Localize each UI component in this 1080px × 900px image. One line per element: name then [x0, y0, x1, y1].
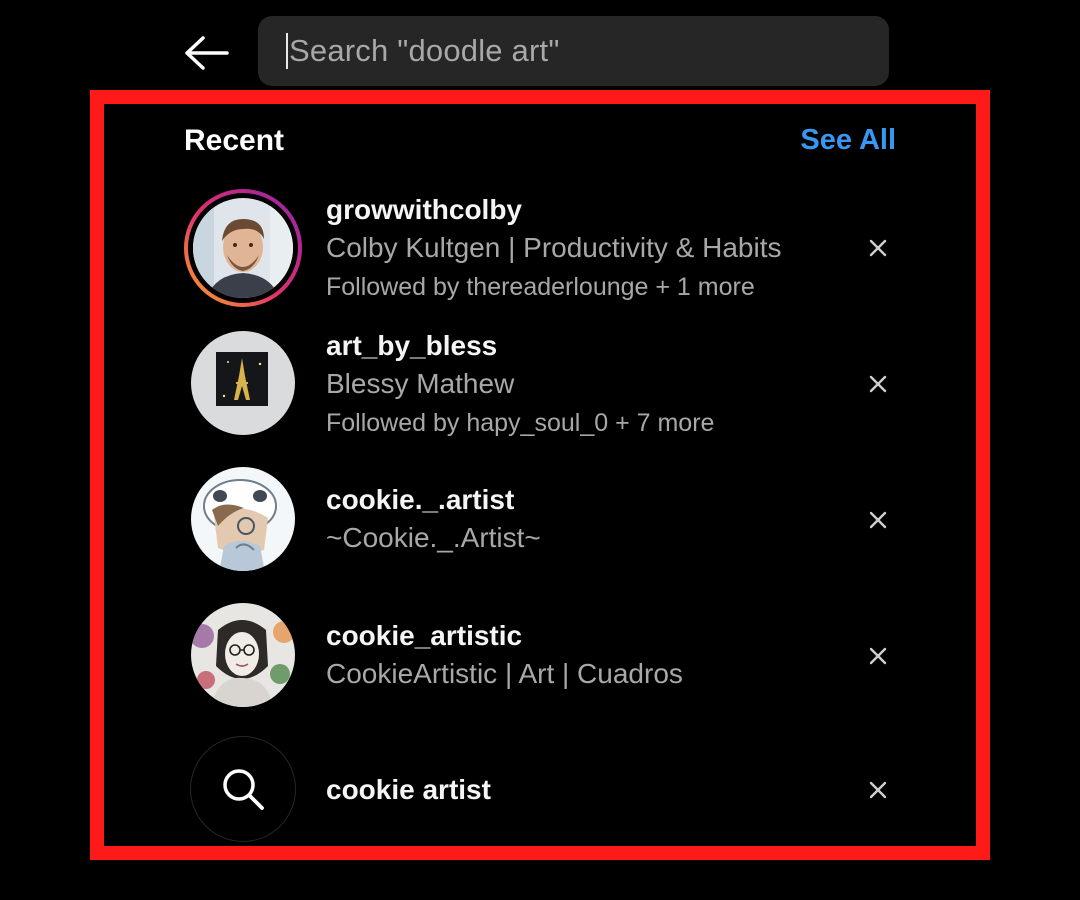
eiffel-tower-artwork — [191, 331, 295, 435]
remove-button[interactable] — [856, 498, 900, 542]
followed-by: Followed by hapy_soul_0 + 7 more — [326, 409, 715, 437]
search-keyword: cookie artist — [326, 774, 491, 805]
followed-by: Followed by thereaderlounge + 1 more — [326, 273, 755, 301]
see-all-link[interactable]: See All — [800, 124, 896, 157]
close-icon — [869, 647, 887, 665]
close-icon — [869, 511, 887, 529]
avatar — [184, 460, 302, 578]
avatar — [184, 189, 302, 307]
recent-item-keyword[interactable]: cookie artist — [184, 734, 900, 854]
recent-heading: Recent — [184, 124, 285, 157]
remove-button[interactable] — [856, 634, 900, 678]
close-icon — [869, 781, 887, 799]
remove-button[interactable] — [856, 362, 900, 406]
search-placeholder: Search "doodle art" — [289, 33, 560, 68]
username: growwithcolby — [326, 194, 522, 225]
recent-item-growwithcolby[interactable]: growwithcolby Colby Kultgen | Productivi… — [184, 188, 900, 308]
search-input[interactable]: Search "doodle art" — [258, 16, 889, 86]
username: art_by_bless — [326, 330, 498, 361]
avatar — [184, 324, 302, 442]
floral-portrait-drawing — [191, 603, 295, 707]
full-name: CookieArtistic | Art | Cuadros — [326, 658, 683, 689]
recent-item-art_by_bless[interactable]: art_by_bless Blessy Mathew Followed by h… — [184, 324, 900, 444]
remove-button[interactable] — [856, 226, 900, 270]
username: cookie_artistic — [326, 620, 523, 651]
panda-hood-drawing — [191, 467, 295, 571]
full-name: ~Cookie._.Artist~ — [326, 522, 541, 553]
close-icon — [869, 375, 887, 393]
profile-photo-man — [184, 189, 302, 307]
close-icon — [869, 239, 887, 257]
text-cursor — [286, 33, 288, 69]
search-icon — [223, 769, 264, 810]
recent-item-cookie._.artist[interactable]: cookie._.artist ~Cookie._.Artist~ — [184, 460, 900, 580]
arrow-left-icon — [185, 36, 229, 70]
full-name: Colby Kultgen | Productivity & Habits — [326, 232, 782, 263]
avatar — [184, 596, 302, 714]
username: cookie._.artist — [326, 484, 515, 515]
recent-item-cookie_artistic[interactable]: cookie_artistic CookieArtistic | Art | C… — [184, 596, 900, 716]
search-icon-circle — [190, 736, 296, 842]
full-name: Blessy Mathew — [326, 368, 515, 399]
back-button[interactable] — [180, 30, 232, 76]
remove-button[interactable] — [856, 768, 900, 812]
